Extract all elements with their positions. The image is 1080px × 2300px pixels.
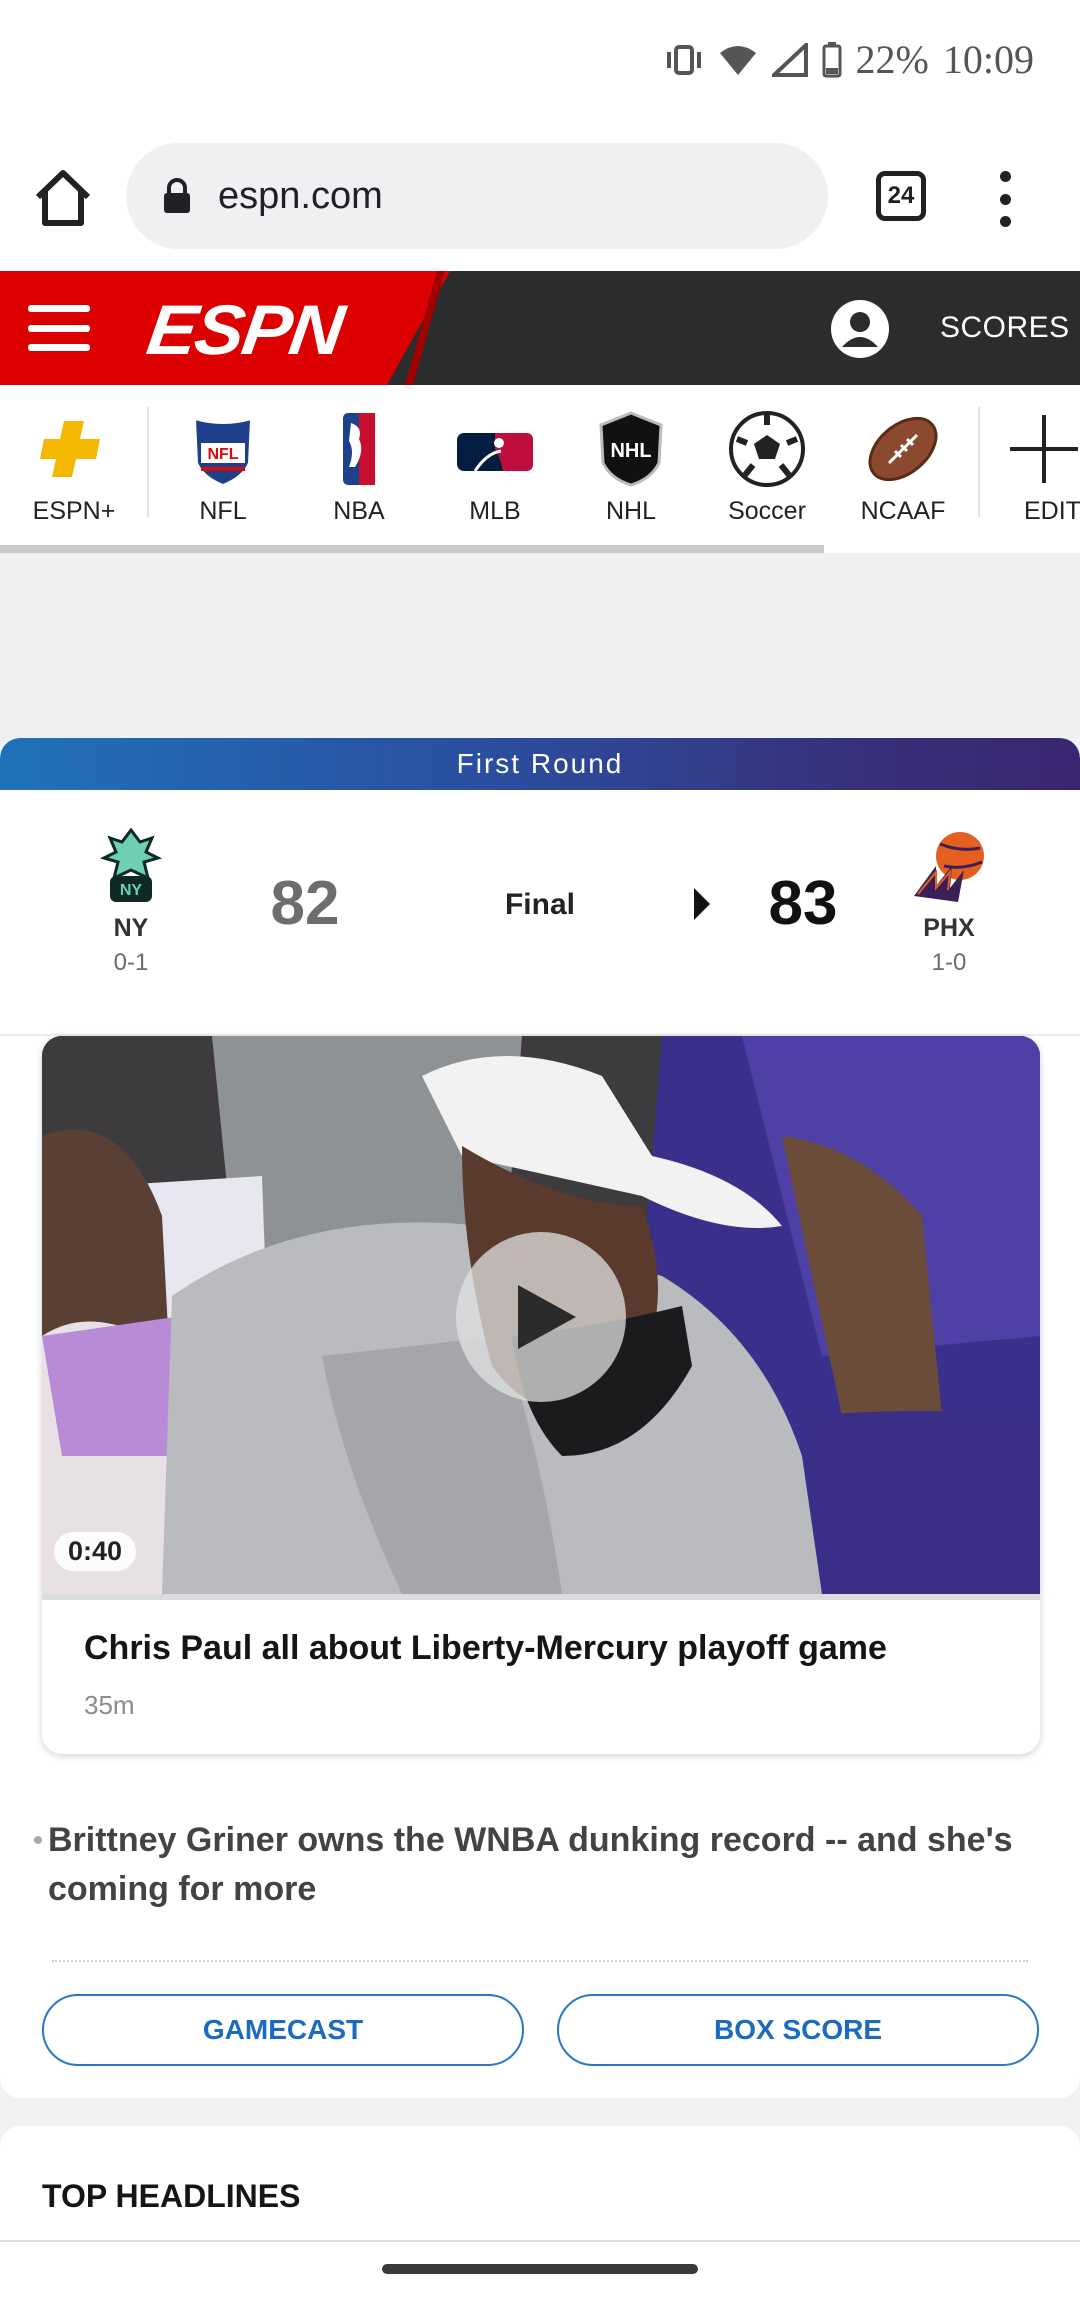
sport-item-nfl[interactable]: NFL NFL [159,385,287,545]
video-duration: 0:40 [54,1532,137,1571]
story-headline-link[interactable]: Brittney Griner owns the WNBA dunking re… [48,1816,1038,1915]
status-bar: 22% 10:09 [0,0,1080,125]
url-text: espn.com [218,174,383,217]
home-team-abbr: PHX [923,914,975,942]
away-team-abbr: NY [113,914,149,942]
sport-label: EDIT [1024,497,1080,525]
nav-divider [147,407,149,517]
lock-icon [164,178,190,213]
away-team[interactable]: NY NY 0-1 [56,826,206,977]
nhl-icon: NHL [599,411,663,487]
home-team[interactable]: PHX 1-0 [874,826,1024,977]
soccer-ball-icon [729,411,805,487]
ad-placeholder [0,553,1080,739]
address-bar[interactable]: espn.com [126,143,828,249]
plus-icon [1010,415,1078,483]
svg-text:NY: NY [120,882,143,899]
nav-scrollbar[interactable] [0,545,824,553]
svg-text:NHL: NHL [610,440,651,462]
sport-label: NCAAF [860,497,946,525]
espn-logo[interactable]: ESPN [143,290,348,369]
round-banner: First Round [0,738,1080,790]
sports-nav: ESPN+ NFL NFL NBA MLB NHL NHL Soccer NCA… [0,385,1080,553]
box-score-button[interactable]: BOX SCORE [557,1994,1039,2066]
scores-link[interactable]: SCORES [940,311,1070,345]
sport-item-mlb[interactable]: MLB [431,385,559,545]
round-label: First Round [456,748,624,779]
sport-item-nhl[interactable]: NHL NHL [567,385,695,545]
status-indicators: 22% 10:09 [664,36,1034,83]
nfl-icon: NFL [193,417,253,487]
mlb-icon [457,433,533,472]
wifi-icon [719,45,756,75]
video-divider [42,1594,1040,1600]
away-score: 82 [270,869,340,938]
winner-arrow-icon [694,888,710,920]
sport-label: NBA [333,497,385,525]
liberty-logo-icon: NY [99,827,163,902]
play-button[interactable] [456,1232,626,1402]
profile-icon[interactable] [830,299,890,359]
video-title[interactable]: Chris Paul all about Liberty-Mercury pla… [84,1628,1004,1669]
espn-header: ESPN SCORES [0,271,1080,385]
hamburger-menu-icon[interactable] [28,305,90,351]
video-card[interactable]: 0:40 Chris Paul all about Liberty-Mercur… [42,1036,1040,1754]
game-status: Final [504,888,575,921]
sport-item-nba[interactable]: NBA [295,385,423,545]
gamecast-button[interactable]: GAMECAST [42,1994,524,2066]
sport-label: Soccer [728,497,806,525]
play-icon [518,1285,576,1349]
sport-label: NHL [605,497,656,525]
sport-item-soccer[interactable]: Soccer [703,385,831,545]
mercury-logo-icon [914,832,984,902]
browser-toolbar: espn.com 24 [0,125,1080,271]
bullet-icon [34,1836,42,1844]
home-icon[interactable] [32,167,94,229]
away-team-record: 0-1 [113,949,149,976]
game-card: First Round NY NY 0-1 82 Final 83 PHX 1-… [0,738,1080,2098]
football-icon [868,416,938,482]
video-thumbnail[interactable]: 0:40 [42,1036,1040,1594]
battery-icon [822,41,842,77]
more-menu-icon[interactable] [990,171,1020,227]
sport-item-ncaaf[interactable]: NCAAF [839,385,967,545]
home-gesture-bar[interactable] [382,2264,698,2274]
espn-plus-icon [40,421,100,477]
vibrate-icon [666,44,701,75]
sport-label: MLB [469,497,521,525]
clock: 10:09 [942,37,1034,82]
nav-divider [978,407,980,517]
sport-label: ESPN+ [32,497,116,525]
cell-signal-icon [771,42,808,77]
home-team-record: 1-0 [931,949,967,976]
divider [52,1960,1028,1962]
sport-item-espn-plus[interactable]: ESPN+ [10,385,138,545]
nba-icon [343,413,375,485]
section-title: TOP HEADLINES [42,2178,301,2214]
sport-label: NFL [199,497,247,525]
battery-percent: 22% [855,37,929,82]
video-timestamp: 35m [84,1690,135,1720]
tab-switcher-button[interactable]: 24 [876,171,926,221]
home-score: 83 [768,869,838,938]
sport-item-edit[interactable]: EDIT [990,385,1080,545]
svg-text:NFL: NFL [207,446,238,463]
